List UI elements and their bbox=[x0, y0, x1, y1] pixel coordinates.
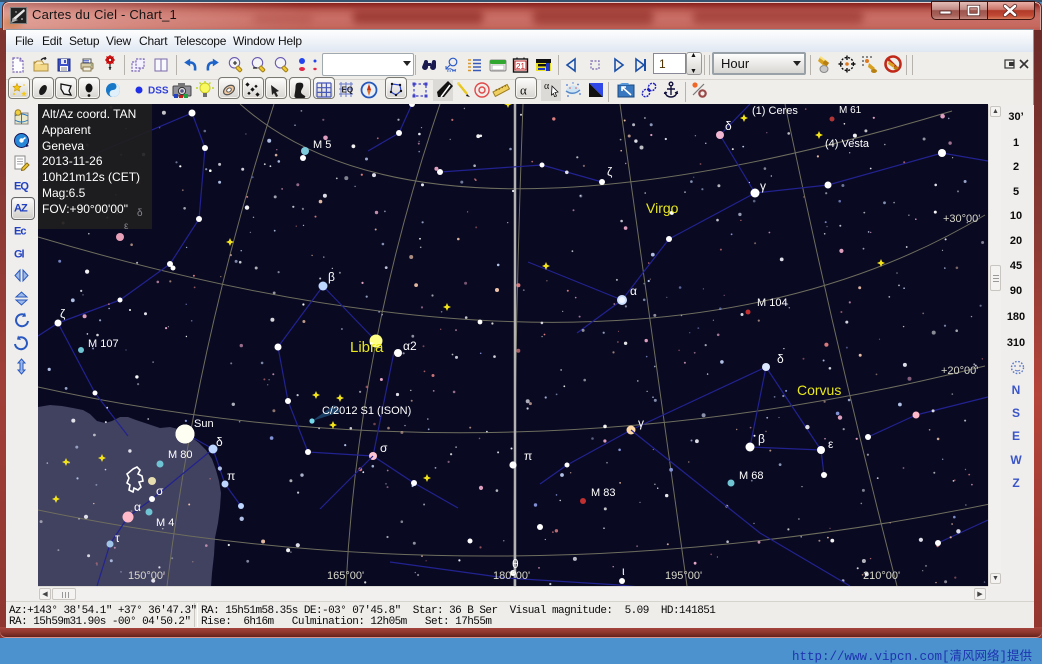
svg-text:π: π bbox=[524, 449, 532, 463]
svg-text:EQ: EQ bbox=[14, 181, 29, 193]
svg-text:Sun: Sun bbox=[194, 418, 214, 430]
svg-text:180°00': 180°00' bbox=[493, 570, 530, 582]
svg-text:+30°00': +30°00' bbox=[943, 213, 980, 225]
svg-text:α: α bbox=[544, 81, 550, 92]
svg-text:β: β bbox=[328, 270, 335, 284]
svg-text:10h21m12s (CET): 10h21m12s (CET) bbox=[42, 170, 140, 184]
svg-text:195°00': 195°00' bbox=[665, 570, 702, 582]
svg-text:δ: δ bbox=[725, 119, 732, 133]
svg-text:Virgo: Virgo bbox=[646, 200, 679, 216]
svg-text:2013-11-26: 2013-11-26 bbox=[42, 154, 103, 168]
svg-text:ζ: ζ bbox=[607, 165, 613, 179]
svg-text:β: β bbox=[758, 432, 765, 446]
svg-text:ζ: ζ bbox=[60, 307, 66, 321]
svg-text:M 61: M 61 bbox=[839, 105, 862, 116]
svg-text:M 68: M 68 bbox=[739, 470, 763, 482]
svg-text:π: π bbox=[227, 469, 235, 483]
svg-text:τ: τ bbox=[115, 531, 120, 545]
svg-text:γ: γ bbox=[760, 179, 766, 193]
svg-text:ε: ε bbox=[828, 437, 834, 451]
svg-text:θ: θ bbox=[512, 557, 519, 571]
svg-text:(4) Vesta: (4) Vesta bbox=[825, 138, 870, 150]
svg-text:DSS: DSS bbox=[148, 86, 169, 97]
svg-text:21: 21 bbox=[516, 62, 525, 71]
svg-text:M 104: M 104 bbox=[757, 297, 788, 309]
svg-text:AZ: AZ bbox=[14, 203, 28, 215]
svg-text:γ: γ bbox=[638, 416, 644, 430]
svg-text:Corvus: Corvus bbox=[797, 382, 841, 398]
svg-text:EQ: EQ bbox=[342, 86, 354, 95]
svg-text:α2: α2 bbox=[403, 339, 417, 353]
svg-text:210°00': 210°00' bbox=[863, 570, 900, 582]
svg-text:σ: σ bbox=[380, 441, 388, 455]
svg-text:ε: ε bbox=[124, 221, 129, 232]
svg-text:FOV:+90°00'00": FOV:+90°00'00" bbox=[42, 202, 128, 216]
svg-text:Libra: Libra bbox=[350, 339, 384, 356]
svg-text:Gl: Gl bbox=[14, 249, 25, 261]
svg-text:M 4: M 4 bbox=[156, 517, 174, 529]
svg-text:Ec: Ec bbox=[14, 226, 26, 238]
svg-text:M 5: M 5 bbox=[313, 139, 331, 151]
svg-text:δ: δ bbox=[777, 352, 784, 366]
svg-text:α: α bbox=[134, 500, 141, 514]
svg-text:Apparent: Apparent bbox=[42, 123, 91, 137]
svg-text:M 107: M 107 bbox=[88, 338, 119, 350]
svg-text:ι: ι bbox=[622, 564, 625, 578]
svg-text:(1) Ceres: (1) Ceres bbox=[752, 105, 798, 117]
svg-text:α: α bbox=[520, 83, 527, 98]
svg-text:165°00': 165°00' bbox=[327, 570, 364, 582]
svg-text:δ: δ bbox=[137, 208, 143, 219]
svg-text:+20°00': +20°00' bbox=[941, 365, 978, 377]
svg-text:Mag:6.5: Mag:6.5 bbox=[42, 186, 86, 200]
svg-text:M 80: M 80 bbox=[168, 449, 192, 461]
svg-text:Alt/Az coord. TAN: Alt/Az coord. TAN bbox=[42, 107, 136, 121]
svg-text:δ: δ bbox=[216, 435, 223, 449]
svg-text:C/2012 S1 (ISON): C/2012 S1 (ISON) bbox=[322, 405, 411, 417]
svg-text:M 83: M 83 bbox=[591, 487, 615, 499]
svg-text:α: α bbox=[630, 284, 637, 298]
svg-text:150°00': 150°00' bbox=[128, 570, 165, 582]
svg-text:Geneva: Geneva bbox=[42, 139, 84, 153]
svg-text:σ: σ bbox=[156, 484, 164, 498]
